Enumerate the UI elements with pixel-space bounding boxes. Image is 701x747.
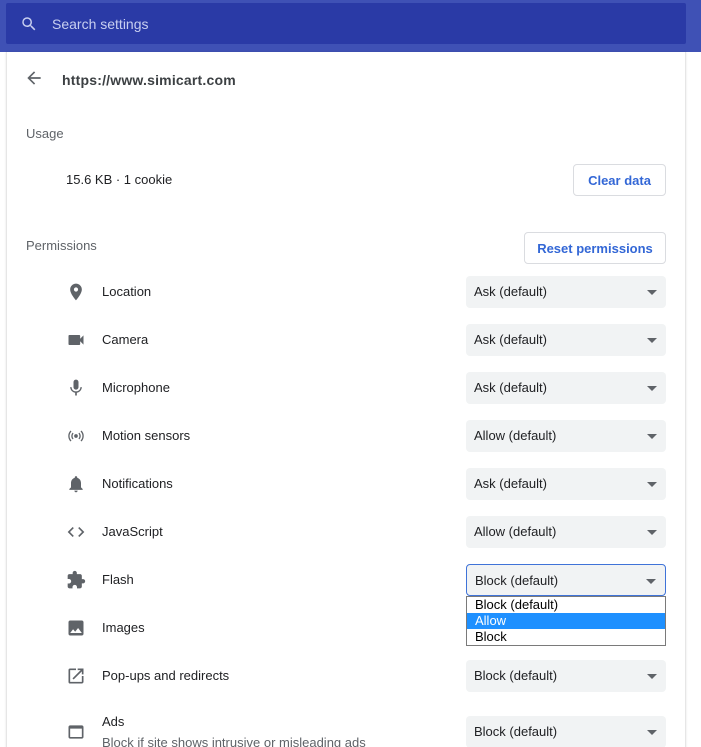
select-value: Ask (default) [474, 284, 547, 299]
popups-select[interactable]: Block (default) [466, 660, 666, 692]
site-url: https://www.simicart.com [62, 72, 236, 88]
permission-row-motion-sensors: Motion sensors Allow (default) [0, 412, 701, 460]
flash-dropdown-list: Block (default) Allow Block [466, 596, 666, 646]
motion-sensors-select[interactable]: Allow (default) [466, 420, 666, 452]
external-link-icon [68, 668, 84, 684]
dropdown-arrow-icon [647, 338, 657, 343]
clear-data-button[interactable]: Clear data [573, 164, 666, 196]
back-arrow-icon[interactable] [24, 68, 44, 88]
dropdown-option[interactable]: Block [467, 629, 665, 645]
select-value: Block (default) [475, 573, 559, 588]
top-bar [0, 0, 701, 52]
dropdown-arrow-icon [647, 482, 657, 487]
dropdown-arrow-icon [647, 290, 657, 295]
permission-row-microphone: Microphone Ask (default) [0, 364, 701, 412]
location-select[interactable]: Ask (default) [466, 276, 666, 308]
permission-label: Microphone [102, 380, 170, 395]
search-input[interactable] [52, 3, 652, 44]
microphone-select[interactable]: Ask (default) [466, 372, 666, 404]
permission-row-camera: Camera Ask (default) [0, 316, 701, 364]
code-icon [67, 527, 85, 537]
select-value: Ask (default) [474, 332, 547, 347]
permission-row-ads: Ads Block if site shows intrusive or mis… [0, 700, 701, 747]
dropdown-arrow-icon [647, 530, 657, 535]
dropdown-arrow-icon [647, 386, 657, 391]
select-value: Block (default) [474, 668, 558, 683]
select-value: Block (default) [474, 724, 558, 739]
permission-sublabel: Block if site shows intrusive or mislead… [102, 735, 366, 747]
permission-label: Ads [102, 714, 125, 729]
permissions-heading: Permissions [26, 238, 97, 253]
permission-label: Notifications [102, 476, 173, 491]
usage-summary: 15.6 KB · 1 cookie [66, 172, 173, 187]
dropdown-option-highlighted[interactable]: Allow [467, 613, 665, 629]
permission-label: Images [102, 620, 145, 635]
camera-icon [68, 335, 84, 345]
bell-icon [69, 476, 83, 493]
usage-heading: Usage [26, 126, 64, 141]
select-value: Ask (default) [474, 476, 547, 491]
permission-row-location: Location Ask (default) [0, 268, 701, 316]
select-value: Allow (default) [474, 524, 557, 539]
javascript-select[interactable]: Allow (default) [466, 516, 666, 548]
dropdown-arrow-icon [647, 434, 657, 439]
reset-permissions-button[interactable]: Reset permissions [524, 232, 666, 264]
permission-row-popups: Pop-ups and redirects Block (default) [0, 652, 701, 700]
permission-label: Pop-ups and redirects [102, 668, 230, 683]
motion-sensors-icon [68, 430, 84, 442]
camera-select[interactable]: Ask (default) [466, 324, 666, 356]
microphone-icon [70, 379, 82, 396]
dropdown-arrow-icon [646, 579, 656, 584]
ads-select[interactable]: Block (default) [466, 716, 666, 747]
permission-label: Flash [102, 572, 134, 587]
permission-label: Location [102, 284, 152, 299]
image-icon [68, 620, 84, 636]
puzzle-icon [67, 570, 86, 589]
dropdown-arrow-icon [647, 730, 657, 735]
permission-label: JavaScript [102, 524, 163, 539]
flash-select[interactable]: Block (default) [466, 564, 666, 596]
permission-label: Motion sensors [102, 428, 191, 443]
select-value: Ask (default) [474, 380, 547, 395]
dropdown-option[interactable]: Block (default) [467, 597, 665, 613]
permission-row-javascript: JavaScript Allow (default) [0, 508, 701, 556]
permission-label: Camera [102, 332, 149, 347]
search-box[interactable] [6, 3, 686, 44]
notifications-select[interactable]: Ask (default) [466, 468, 666, 500]
dropdown-arrow-icon [647, 674, 657, 679]
select-value: Allow (default) [474, 428, 557, 443]
location-pin-icon [70, 283, 82, 301]
permission-row-notifications: Notifications Ask (default) [0, 460, 701, 508]
window-icon [68, 725, 84, 739]
search-icon [22, 17, 36, 31]
